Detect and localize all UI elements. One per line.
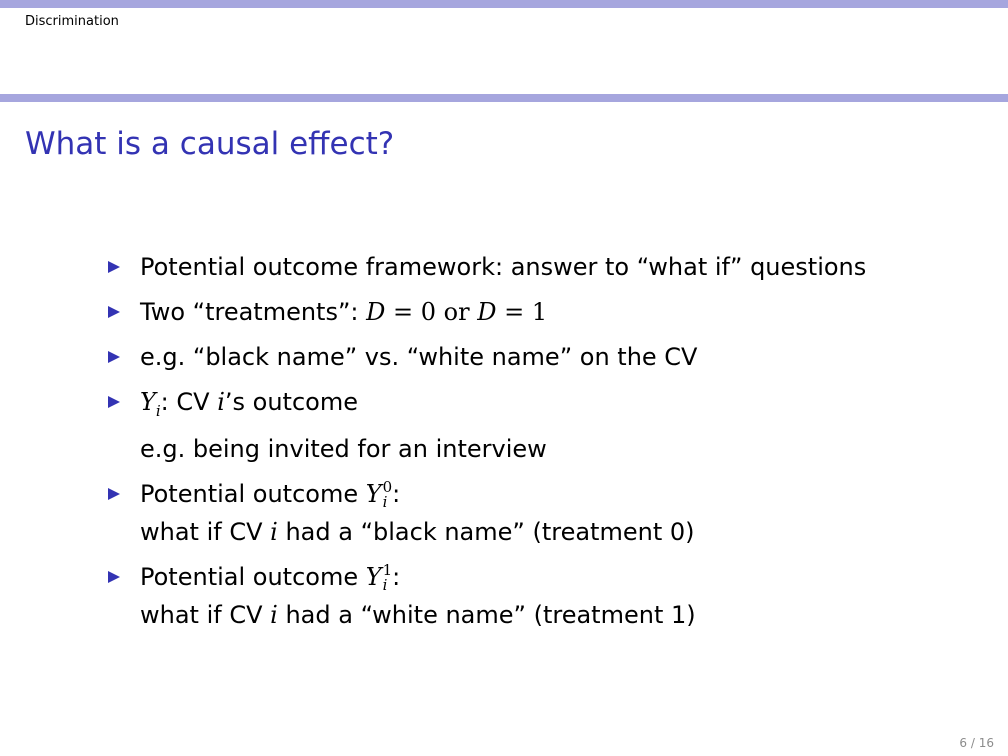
bullet-text: :	[392, 562, 401, 591]
subscript-i: i	[382, 492, 388, 511]
section-label: Discrimination	[25, 14, 119, 29]
list-item: Yi: CV i’s outcome e.g. being invited fo…	[108, 383, 988, 468]
bullet-line: Yi: CV i’s outcome	[140, 383, 988, 430]
bullet-text: : CV	[160, 388, 218, 416]
bullet-triangle-icon	[108, 248, 122, 286]
variable-y: Y	[140, 388, 156, 416]
variable-i: i	[217, 388, 225, 416]
bullet-subline: what if CV i had a “white name” (treatme…	[140, 596, 988, 634]
bullet-text: had a “white name” (treatment 1)	[277, 600, 696, 629]
equation-text: = 1	[496, 298, 548, 326]
bullet-text: what if CV	[140, 517, 271, 546]
bullet-text: Potential outcome	[140, 562, 366, 591]
list-item: e.g. “black name” vs. “white name” on th…	[108, 338, 988, 376]
bullet-text: Potential outcome	[140, 479, 366, 508]
list-item: Potential outcome Y0i: what if CV i had …	[108, 475, 988, 551]
variable-d: D	[366, 298, 386, 326]
bullet-text: Two “treatments”:	[140, 298, 367, 326]
page-number: 6 / 16	[959, 736, 994, 750]
variable-y: Y	[365, 479, 382, 508]
bullet-subline: what if CV i had a “black name” (treatme…	[140, 513, 988, 551]
bullet-triangle-icon	[108, 293, 122, 331]
list-item: Potential outcome framework: answer to “…	[108, 248, 988, 286]
bullet-triangle-icon	[108, 338, 122, 376]
bullet-triangle-icon	[108, 475, 122, 513]
bullet-text: e.g. “black name” vs. “white name” on th…	[140, 343, 698, 371]
bullet-triangle-icon	[108, 383, 122, 421]
bullet-text: what if CV	[140, 600, 271, 629]
subscript-i: i	[382, 575, 388, 594]
variable-y: Y	[365, 562, 382, 591]
bullet-line: Potential outcome Y1i:	[140, 558, 988, 596]
bullet-text: ’s outcome	[224, 388, 358, 416]
variable-i: i	[270, 600, 278, 629]
bullet-text: had a “black name” (treatment 0)	[277, 517, 695, 546]
top-bar	[0, 0, 1008, 8]
bullet-text: Potential outcome framework: answer to “…	[140, 253, 867, 281]
sup-sub-stack: 0i	[382, 479, 393, 511]
variable-i: i	[270, 517, 278, 546]
bullet-text: :	[392, 479, 401, 508]
list-item: Potential outcome Y1i: what if CV i had …	[108, 558, 988, 634]
variable-d: D	[477, 298, 497, 326]
equation-text: = 0 or	[385, 298, 478, 326]
bullet-subline: e.g. being invited for an interview	[140, 434, 547, 463]
title-rule	[0, 94, 1008, 102]
bullet-triangle-icon	[108, 558, 122, 596]
list-item: Two “treatments”: D = 0 or D = 1	[108, 293, 988, 331]
bullet-line: Potential outcome Y0i:	[140, 475, 988, 513]
bullet-list: Potential outcome framework: answer to “…	[108, 248, 988, 641]
sup-sub-stack: 1i	[382, 562, 393, 594]
slide-title: What is a causal effect?	[25, 126, 395, 162]
